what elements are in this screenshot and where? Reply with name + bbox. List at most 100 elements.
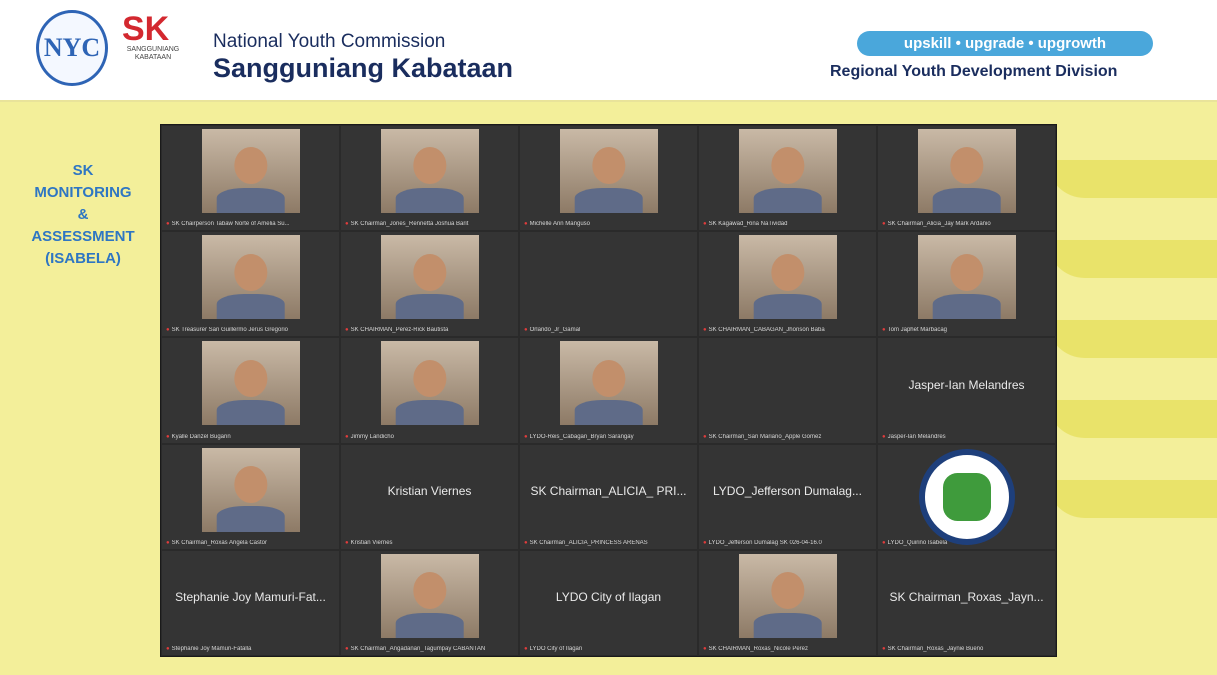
participant-name: SK Kagawad_Rina NaTividad bbox=[708, 221, 788, 228]
division-name: Regional Youth Development Division bbox=[830, 63, 1118, 80]
mic-muted-icon: ● bbox=[882, 433, 886, 440]
participant-tile[interactable]: ● SK Chairman_Angadanan_Tagumpay CABANTAN bbox=[340, 549, 519, 656]
participant-name: Jasper-Ian Melandres bbox=[887, 433, 946, 440]
participant-tile[interactable]: LYDO_Jefferson Dumalag... ● LYDO_Jefferson… bbox=[698, 443, 877, 550]
mic-muted-icon: ● bbox=[524, 221, 528, 228]
mic-muted-icon: ● bbox=[166, 539, 170, 546]
participant-face bbox=[770, 253, 805, 291]
participant-name-label: ● SK Kagawad_Rina NaTividad bbox=[703, 221, 874, 227]
mic-muted-icon: ● bbox=[166, 645, 170, 652]
participant-face bbox=[233, 147, 268, 185]
mic-muted-icon: ● bbox=[524, 433, 528, 440]
participant-name-label: ● SK CHAIRMAN_Roxas_Nicole Perez bbox=[703, 646, 874, 652]
participant-name-label: ● SK Chairman_Jones_Rennetta Joshua Barit bbox=[345, 221, 516, 227]
emblem-map-shape bbox=[942, 472, 991, 521]
participant-body bbox=[753, 294, 822, 320]
participant-video bbox=[380, 129, 479, 213]
participant-name-label: ● LYDO_Jefferson Dumalag SK 026-04-16.0 bbox=[703, 540, 874, 546]
participant-tile[interactable]: ● Michelle Ann Manguso bbox=[519, 125, 698, 232]
mic-muted-icon: ● bbox=[166, 221, 170, 228]
participant-tile[interactable]: ● LYDO-Reis_Cabagan_Bryan Sarangay bbox=[519, 337, 698, 444]
mic-muted-icon: ● bbox=[166, 327, 170, 334]
participant-name-label: ● SK Chairman_Alicia_Jay Mark Ardanio bbox=[882, 221, 1053, 227]
caption-line: (ISABELA) bbox=[45, 250, 121, 267]
participant-name: LYDO_Quirino Isabela bbox=[887, 539, 948, 546]
mic-muted-icon: ● bbox=[703, 433, 707, 440]
participant-tile[interactable]: LYDO City of Ilagan ● LYDO City of Ilagan bbox=[519, 549, 698, 656]
participant-tile[interactable]: ● SK Chairman_Roxas Angela Castor bbox=[161, 443, 340, 550]
participant-name-label: ● SK CHAIRMAN_CABAGAN_Jhonson Baba bbox=[703, 327, 874, 333]
participant-tile[interactable]: ● SK CHAIRMAN_Perez-Rick Bautista bbox=[340, 231, 519, 338]
participant-video bbox=[201, 235, 300, 320]
participant-name: SK Chairman_Roxas Angela Castor bbox=[171, 539, 268, 546]
participant-name-label: ● LYDO City of Ilagan bbox=[524, 646, 695, 652]
participant-face bbox=[591, 359, 626, 397]
event-caption: SK MONITORING & ASSESSMENT (ISABELA) bbox=[8, 160, 158, 270]
participant-body bbox=[216, 400, 285, 426]
participant-face bbox=[233, 466, 268, 504]
participant-tile[interactable]: ● Orlando_Jr_Gamal bbox=[519, 231, 698, 338]
participant-tile[interactable]: ● SK Chairman_Jones_Rennetta Joshua Barit bbox=[340, 125, 519, 232]
participant-name: SK CHAIRMAN_CABAGAN_Jhonson Baba bbox=[708, 327, 825, 334]
participant-tile[interactable]: ● Jimmy Landicho bbox=[340, 337, 519, 444]
tagline-pill: upskill • upgrade • upgrowth bbox=[857, 31, 1153, 56]
participant-name: SK Chairman_San Mariano_Apple Gomez bbox=[708, 433, 822, 440]
participant-tile[interactable]: ● SK CHAIRMAN_CABAGAN_Jhonson Baba bbox=[698, 231, 877, 338]
participant-name: LYDO-Reis_Cabagan_Bryan Sarangay bbox=[529, 433, 634, 440]
participant-name: SK Chairman_Alicia_Jay Mark Ardanio bbox=[887, 221, 991, 228]
participant-video bbox=[917, 129, 1016, 213]
participant-video bbox=[738, 553, 837, 638]
participant-name-label: ● SK Chairman_San Mariano_Apple Gomez bbox=[703, 434, 874, 440]
participant-face bbox=[591, 147, 626, 185]
participant-video bbox=[738, 129, 837, 213]
mic-muted-icon: ● bbox=[703, 221, 707, 228]
participant-body bbox=[216, 294, 285, 320]
participant-video bbox=[380, 235, 479, 320]
participant-face bbox=[412, 572, 447, 610]
participant-tile[interactable]: SK Chairman_ALICIA_ PRI... ● SK Chairman_A… bbox=[519, 443, 698, 550]
participant-body bbox=[932, 187, 1001, 213]
mic-muted-icon: ● bbox=[882, 327, 886, 334]
participant-face bbox=[412, 359, 447, 397]
header-banner: NYC SK SANGGUNIANG KABATAAN National You… bbox=[0, 0, 1217, 102]
participant-tile[interactable]: ● SK Kagawad_Rina NaTividad bbox=[698, 125, 877, 232]
participant-face bbox=[233, 253, 268, 291]
participant-tile[interactable]: ● SK Chairman_San Mariano_Apple Gomez bbox=[698, 337, 877, 444]
caption-line: MONITORING bbox=[34, 184, 132, 201]
caption-line: & bbox=[77, 206, 89, 223]
participant-face bbox=[949, 253, 984, 291]
participant-tile[interactable]: ● SK Chairman_Alicia_Jay Mark Ardanio bbox=[877, 125, 1056, 232]
participant-name: Kristian Viernes bbox=[350, 539, 393, 546]
participant-tile[interactable]: ● SK Chairperson Tabaw Norte of Amelia Su… bbox=[161, 125, 340, 232]
sk-logo-mark: SK bbox=[122, 10, 170, 48]
sk-logo: SK SANGGUNIANG KABATAAN bbox=[122, 12, 184, 92]
participant-body bbox=[216, 187, 285, 213]
participant-face bbox=[233, 359, 268, 397]
participant-name: SK Chairman_Jones_Rennetta Joshua Barit bbox=[350, 221, 469, 228]
participant-tile[interactable]: Kristian Viernes ● Kristian Viernes bbox=[340, 443, 519, 550]
mic-muted-icon: ● bbox=[345, 221, 349, 228]
participant-tile[interactable]: Stephanie Joy Mamuri-Fat... ● Stephanie Jo… bbox=[161, 549, 340, 656]
participant-face bbox=[949, 147, 984, 185]
participant-tile[interactable]: SK Chairman_Roxas_Jayn... ● SK Chairman_Ro… bbox=[877, 549, 1056, 656]
participant-tile[interactable]: ● SK Treasurer San Guillermo Jerus Gregor… bbox=[161, 231, 340, 338]
participant-tile[interactable]: ● Kyalle Danzel Bugarin bbox=[161, 337, 340, 444]
lgu-emblem-icon bbox=[918, 448, 1015, 545]
participant-name: Kyalle Danzel Bugarin bbox=[171, 433, 231, 440]
participant-video bbox=[201, 341, 300, 426]
participant-display-name: SK Chairman_ALICIA_ PRI... bbox=[530, 484, 687, 499]
mic-muted-icon: ● bbox=[345, 433, 349, 440]
participant-name-label: ● Orlando_Jr_Gamal bbox=[524, 327, 695, 333]
participant-tile[interactable]: ● SK CHAIRMAN_Roxas_Nicole Perez bbox=[698, 549, 877, 656]
participant-tile[interactable]: ● LYDO_Quirino Isabela bbox=[877, 443, 1056, 550]
participant-tile[interactable]: Jasper-Ian Melandres ● Jasper-Ian Melandre… bbox=[877, 337, 1056, 444]
participant-name-label: ● Jasper-Ian Melandres bbox=[882, 434, 1053, 440]
participant-display-name: LYDO_Jefferson Dumalag... bbox=[713, 484, 862, 499]
participant-body bbox=[395, 400, 464, 426]
participant-tile[interactable]: ● Tom Japhet Marbacag bbox=[877, 231, 1056, 338]
participant-body bbox=[395, 612, 464, 638]
caption-line: ASSESSMENT bbox=[31, 228, 135, 245]
participant-name: SK CHAIRMAN_Perez-Rick Bautista bbox=[350, 327, 449, 334]
participant-name: SK Chairperson Tabaw Norte of Amelia Su.… bbox=[171, 221, 290, 228]
participant-name-label: ● SK Chairman_ALICIA_PRINCESS ARENAS bbox=[524, 540, 695, 546]
